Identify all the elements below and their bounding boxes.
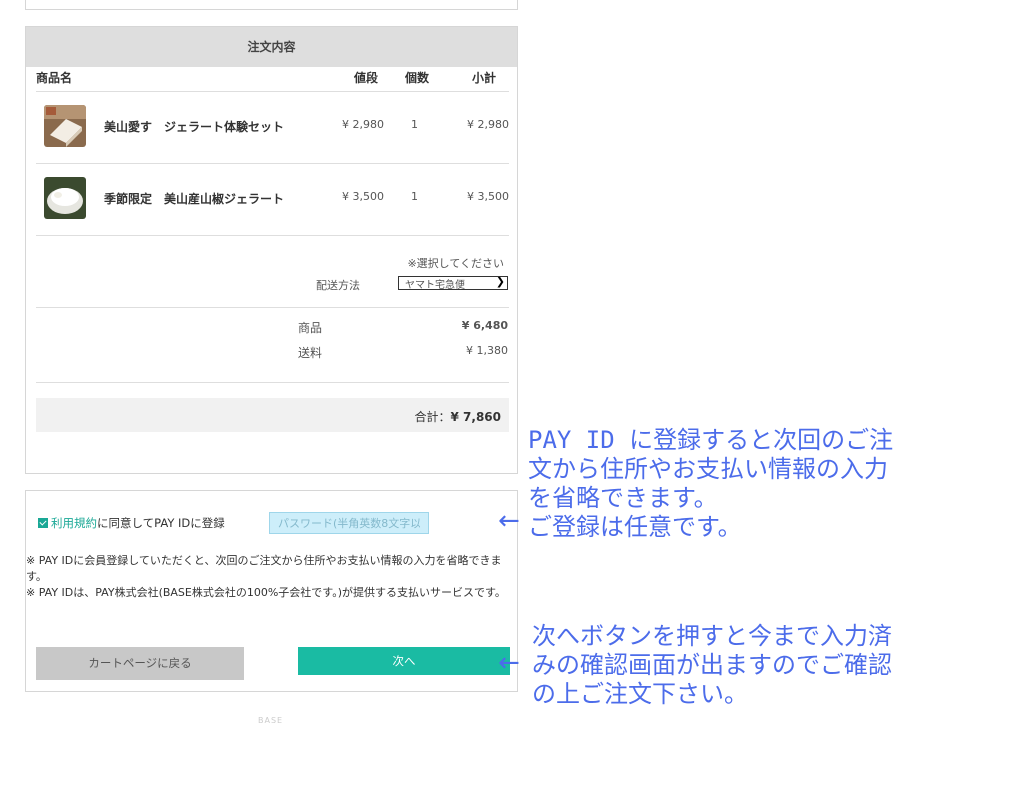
shipping-selected-value: ヤマト宅急便 — [405, 280, 465, 290]
pay-id-note-1: ※ PAY IDに会員登録していただくと、次回のご注文から住所やお支払い情報の入… — [26, 554, 502, 583]
pay-id-annotation: PAY ID に登録すると次回のご注 文から住所やお支払い情報の入力 を省略でき… — [528, 426, 893, 542]
annotation-line: 次へボタンを押すと今まで入力済 — [532, 622, 892, 650]
divider — [36, 235, 509, 236]
annotation-line: を省略できます。 — [528, 484, 718, 512]
order-header: 注文内容 — [26, 27, 517, 67]
chevron-down-icon: ❯ — [495, 276, 505, 288]
item-subtotal: ¥ 2,980 — [467, 118, 509, 131]
column-header-name: 商品名 — [36, 71, 73, 85]
shipping-note: ※選択してください — [407, 257, 504, 270]
column-header-price: 値段 — [354, 71, 379, 85]
shipping-method-select[interactable]: ヤマト宅急便 ❯ — [398, 276, 508, 290]
back-to-cart-button[interactable]: カートページに戻る — [36, 647, 244, 680]
divider — [36, 382, 509, 383]
left-arrow-icon: ← — [498, 506, 520, 536]
item-price: ¥ 3,500 — [342, 190, 384, 203]
column-header-subtotal: 小計 — [472, 71, 497, 85]
password-input[interactable] — [269, 512, 429, 534]
products-value: ¥ 6,480 — [461, 319, 508, 332]
product-thumbnail[interactable] — [44, 177, 86, 219]
item-name[interactable]: 美山愛す ジェラート体験セット — [104, 118, 314, 135]
annotation-line: PAY ID に登録すると次回のご注 — [528, 426, 894, 454]
item-name[interactable]: 季節限定 美山産山椒ジェラート — [104, 190, 314, 207]
shipping-fee-value: ¥ 1,380 — [466, 344, 508, 357]
order-summary-panel: 注文内容 商品名 値段 個数 小計 美山愛す ジェラート体験セット ¥ 2,98… — [25, 26, 518, 474]
agree-row: 利用規約に同意してPAY IDに登録 — [38, 515, 225, 531]
annotation-line: みの確認画面が出ますのでご確認 — [532, 651, 892, 679]
annotation-line: の上ご注文下さい。 — [532, 680, 748, 708]
cart-item-row: 美山愛す ジェラート体験セット ¥ 2,980 1 ¥ 2,980 — [36, 91, 509, 163]
total: 合計：¥ 7,860 — [415, 408, 502, 425]
product-thumbnail[interactable] — [44, 105, 86, 147]
divider — [36, 307, 509, 308]
item-price: ¥ 2,980 — [342, 118, 384, 131]
annotation-line: ご登録は任意です。 — [528, 513, 742, 541]
shipping-method-label: 配送方法 — [316, 279, 360, 292]
shipping-fee-label: 送料 — [298, 346, 323, 360]
cart-item-row: 季節限定 美山産山椒ジェラート ¥ 3,500 1 ¥ 3,500 — [36, 163, 509, 235]
annotation-line: 文から住所やお支払い情報の入力 — [528, 455, 888, 483]
next-button[interactable]: 次へ — [298, 647, 510, 675]
left-arrow-icon: ← — [498, 648, 520, 678]
footer-logo: BASE — [258, 716, 284, 725]
agree-text: に同意してPAY IDに登録 — [97, 516, 225, 530]
item-qty: 1 — [411, 118, 418, 131]
next-button-annotation: 次へボタンを押すと今まで入力済 みの確認画面が出ますのでご確認 の上ご注文下さい… — [532, 622, 892, 709]
pay-id-note-2: ※ PAY IDは、PAY株式会社(BASE株式会社の100%子会社です。)が提… — [26, 586, 506, 599]
total-value: ¥ 7,860 — [450, 410, 501, 424]
total-label: 合計： — [414, 410, 451, 424]
total-row: 合計：¥ 7,860 — [36, 398, 509, 432]
products-label: 商品 — [298, 321, 323, 335]
previous-section-box — [25, 0, 518, 10]
column-header-qty: 個数 — [405, 71, 430, 85]
terms-link[interactable]: 利用規約 — [51, 516, 97, 530]
agree-checkbox[interactable] — [38, 518, 48, 528]
item-subtotal: ¥ 3,500 — [467, 190, 509, 203]
pay-id-panel: 利用規約に同意してPAY IDに登録 ※ PAY IDに会員登録していただくと、… — [25, 490, 518, 692]
item-qty: 1 — [411, 190, 418, 203]
